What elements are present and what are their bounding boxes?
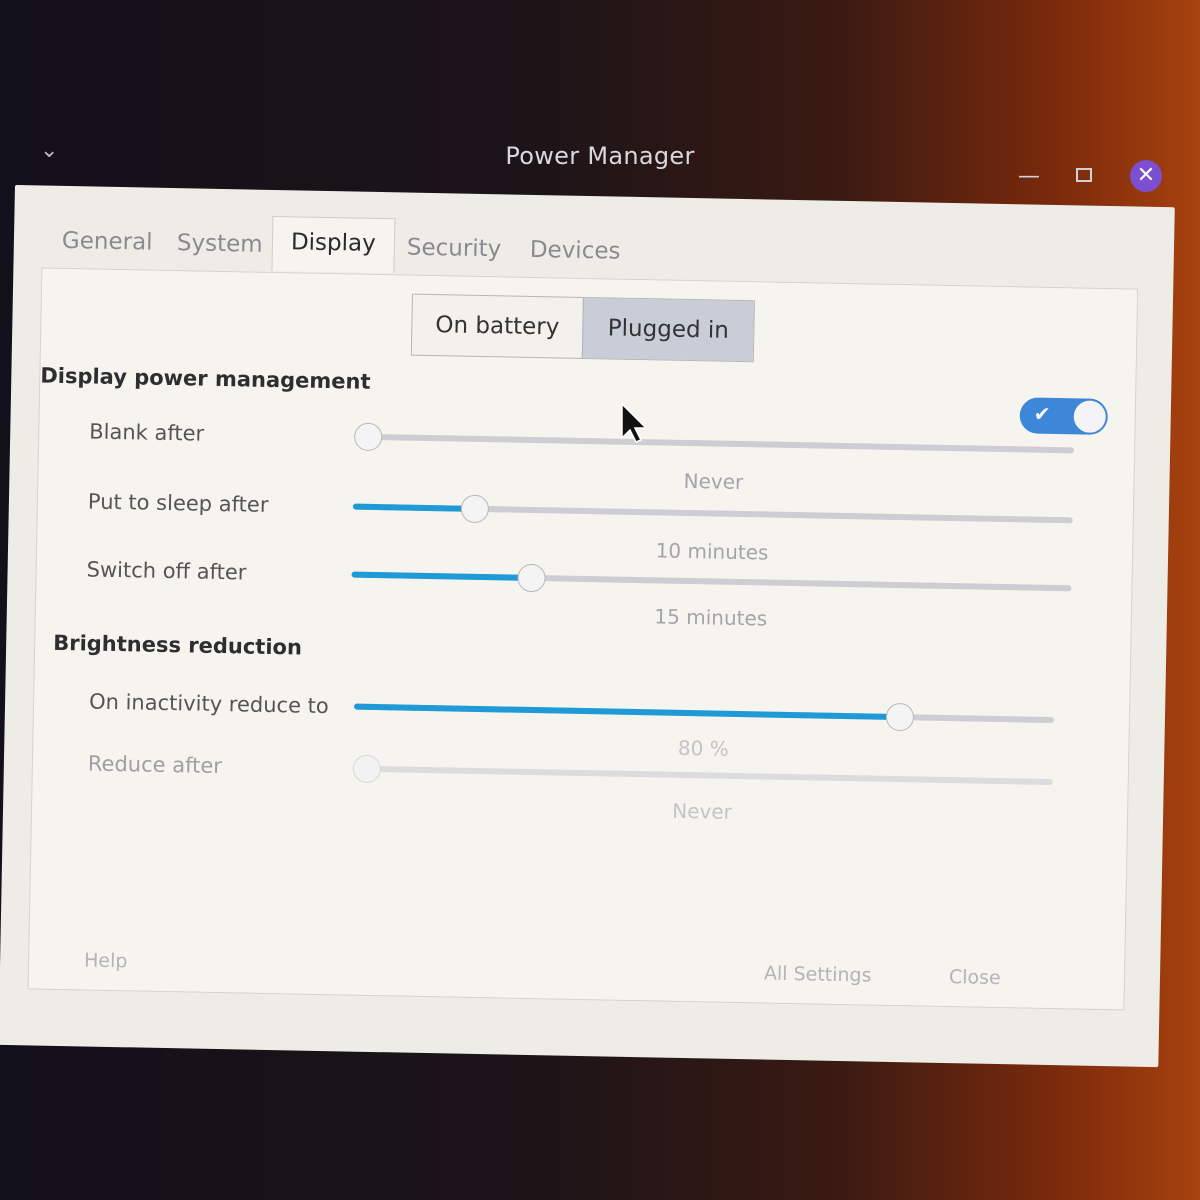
toggle-thumb [1073, 400, 1107, 433]
power-source-switcher: On battery Plugged in [410, 293, 755, 363]
slider-fill [353, 703, 901, 721]
window-titlebar: ⌄ Power Manager — [0, 120, 1200, 190]
all-settings-button[interactable]: All Settings [764, 963, 872, 987]
blank-after-value: Never [683, 468, 744, 495]
switch-off-after-label: Switch off after [86, 557, 247, 585]
tab-display[interactable]: Display [271, 215, 396, 274]
switch-off-after-slider[interactable] [351, 561, 1072, 603]
display-settings-panel: On battery Plugged in Display power mana… [27, 267, 1139, 1011]
checkmark-icon: ✔ [1033, 401, 1051, 426]
blank-after-slider[interactable] [353, 422, 1075, 465]
display-power-management-title: Display power management [40, 363, 371, 394]
close-button[interactable]: Close [949, 966, 1001, 989]
put-to-sleep-after-label: Put to sleep after [87, 489, 269, 517]
tab-devices[interactable]: Devices [511, 225, 639, 277]
help-button[interactable]: Help [84, 949, 128, 972]
slider-track [352, 765, 1053, 786]
slider-knob[interactable] [517, 563, 546, 593]
slider-track [354, 433, 1075, 454]
switch-off-after-value: 15 minutes [654, 604, 768, 631]
maximize-icon[interactable] [1076, 168, 1092, 182]
power-manager-dialog: General System Display Security Devices … [0, 185, 1175, 1068]
on-inactivity-reduce-to-slider[interactable] [353, 693, 1054, 734]
put-to-sleep-after-value: 10 minutes [655, 538, 769, 565]
slider-knob[interactable] [460, 494, 490, 524]
put-to-sleep-after-slider[interactable] [352, 493, 1073, 535]
minimize-icon[interactable]: — [1018, 164, 1040, 189]
brightness-reduction-title: Brightness reduction [52, 630, 303, 660]
slider-knob[interactable] [352, 754, 382, 784]
reduce-after-label: Reduce after [87, 751, 223, 779]
on-inactivity-reduce-to-label: On inactivity reduce to [88, 689, 329, 719]
on-battery-button[interactable]: On battery [412, 295, 583, 358]
tab-general[interactable]: General [43, 216, 171, 268]
close-icon[interactable]: ✕ [1130, 160, 1162, 192]
slider-knob[interactable] [885, 702, 915, 732]
reduce-after-slider[interactable] [352, 754, 1053, 796]
blank-after-label: Blank after [89, 419, 205, 446]
tab-system[interactable]: System [158, 218, 281, 270]
display-power-management-toggle[interactable]: ✔ [1019, 397, 1109, 436]
tab-security[interactable]: Security [388, 222, 519, 274]
slider-fill [352, 503, 476, 512]
plugged-in-button[interactable]: Plugged in [581, 297, 754, 362]
mouse-pointer-icon [621, 402, 648, 443]
slider-knob[interactable] [353, 422, 383, 452]
reduce-after-value: Never [672, 798, 733, 824]
slider-fill [351, 571, 532, 581]
